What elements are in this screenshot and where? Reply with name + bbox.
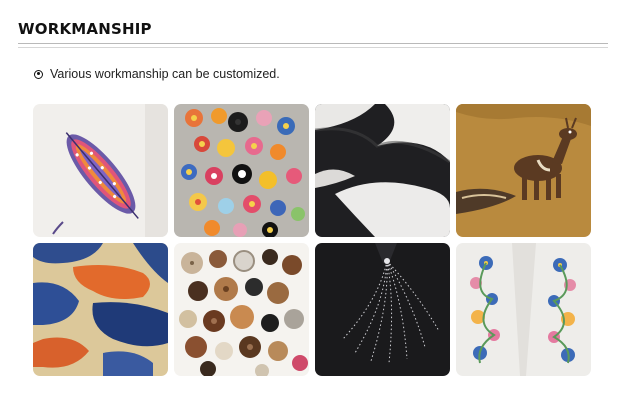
rhinestone-image[interactable] xyxy=(315,243,450,376)
rhinestone-illustration xyxy=(315,243,450,376)
divider-line-secondary xyxy=(18,47,608,48)
floral-embroidery-illustration xyxy=(456,243,591,376)
radio-bullet-icon xyxy=(34,69,43,79)
deer-intarsia-illustration xyxy=(456,104,591,237)
camouflage-knit-illustration xyxy=(33,243,168,376)
section-title: WORKMANSHIP xyxy=(18,20,152,38)
crochet-flowers-illustration xyxy=(174,104,309,237)
feather-embroidery-illustration xyxy=(33,104,168,237)
workmanship-gallery xyxy=(33,104,591,376)
note-text: Various workmanship can be customized. xyxy=(50,67,280,81)
floral-embroidery-image[interactable] xyxy=(456,243,591,376)
crochet-flowers-image[interactable] xyxy=(174,104,309,237)
feather-embroidery-image[interactable] xyxy=(33,104,168,237)
mohair-stripe-illustration xyxy=(315,104,450,237)
buttons-image[interactable] xyxy=(174,243,309,376)
buttons-illustration xyxy=(174,243,309,376)
mohair-stripe-image[interactable] xyxy=(315,104,450,237)
deer-intarsia-image[interactable] xyxy=(456,104,591,237)
customization-note: Various workmanship can be customized. xyxy=(34,67,280,81)
camouflage-knit-image[interactable] xyxy=(33,243,168,376)
divider-line xyxy=(18,43,608,44)
